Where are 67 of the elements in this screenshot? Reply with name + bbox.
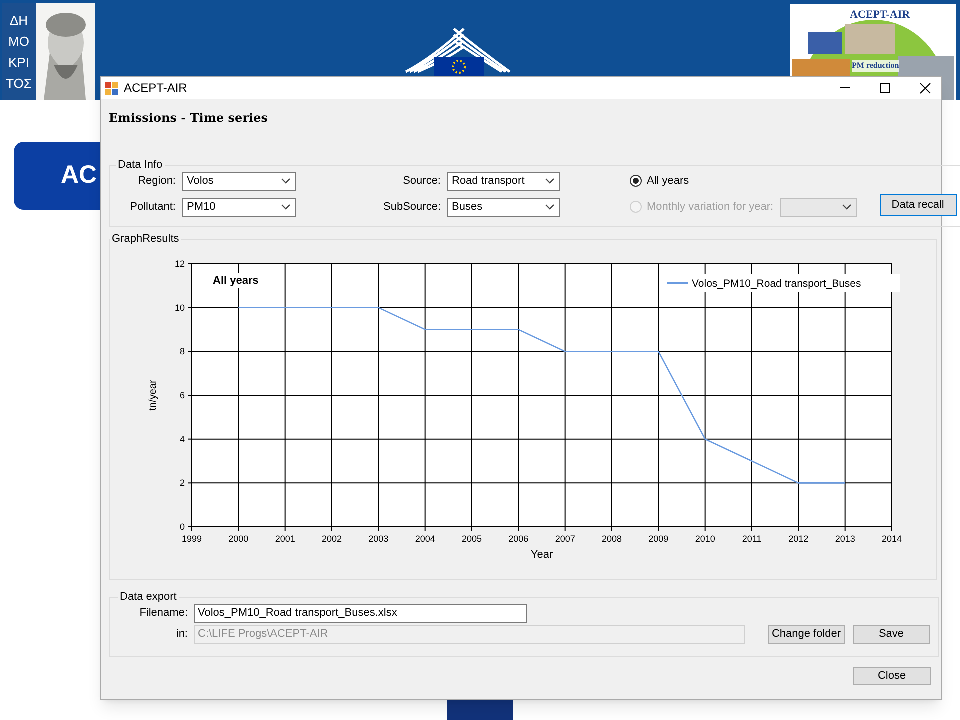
legend-line-icon: [667, 282, 688, 284]
x-tick-label: 2013: [835, 534, 856, 544]
app-icon: [105, 82, 118, 94]
data-recall-button[interactable]: Data recall: [880, 194, 957, 216]
window-title: ACEPT-AIR: [124, 80, 188, 97]
radio-label: Monthly variation for year:: [647, 200, 774, 215]
dropdown[interactable]: Buses: [447, 198, 560, 216]
logo-text: ΔΗ: [10, 12, 28, 30]
dropdown[interactable]: Road transport: [447, 172, 560, 190]
y-tick-label: 6: [180, 390, 185, 400]
banner-text: AC: [61, 160, 98, 192]
field-label: Region:: [137, 174, 176, 189]
chevron-down-icon: [281, 204, 291, 210]
chevron-down-icon: [281, 178, 291, 184]
chevron-down-icon: [545, 204, 555, 210]
field-label: Filename:: [138, 606, 188, 621]
y-tick-label: 4: [180, 434, 185, 444]
dropdown[interactable]: PM10: [182, 198, 296, 216]
save-button[interactable]: Save: [853, 624, 930, 644]
logo-text: ΜΟ: [8, 32, 30, 50]
field-label: Source:: [402, 174, 441, 189]
y-tick-label: 10: [174, 302, 185, 312]
filename-field[interactable]: Volos_PM10_Road transport_Buses.xlsx: [194, 604, 527, 622]
footer-block: [447, 700, 513, 720]
legend-label: Volos_PM10_Road transport_Buses: [692, 278, 862, 290]
x-tick-label: 2001: [275, 534, 296, 544]
group-label: GraphResults: [111, 232, 180, 247]
x-tick-label: 2007: [555, 534, 576, 544]
form-heading: Emissions - Time series: [109, 110, 269, 127]
logo-text: ΤΟΣ: [6, 74, 32, 92]
x-tick-label: 2014: [882, 534, 902, 544]
x-tick-label: 2006: [508, 534, 529, 544]
logo-subtitle: PM reduction: [852, 60, 900, 72]
chart-title: All years: [213, 274, 259, 286]
y-tick-label: 12: [174, 258, 185, 268]
field-label: SubSource:: [382, 200, 441, 215]
logo-text: ΚΡΙ: [8, 54, 30, 72]
maximize-icon[interactable]: [880, 83, 890, 93]
field-label: Pollutant:: [129, 200, 176, 215]
x-tick-label: 2008: [602, 534, 622, 544]
x-tick-label: 2010: [695, 534, 716, 544]
x-tick-label: 2000: [228, 534, 249, 544]
x-axis-title: Year: [530, 548, 554, 560]
y-tick-label: 0: [180, 522, 185, 532]
y-tick-label: 2: [180, 478, 185, 488]
close-button[interactable]: Close: [853, 667, 931, 685]
x-tick-label: 2009: [648, 534, 669, 544]
logo-title: ACEPT-AIR: [850, 8, 910, 23]
y-axis-title: tn/year: [148, 380, 159, 410]
dropdown[interactable]: Volos: [182, 172, 296, 190]
group-label: Data export: [119, 590, 178, 605]
x-tick-label: 1999: [182, 534, 202, 544]
chevron-down-icon: [842, 204, 852, 210]
x-tick-label: 2003: [368, 534, 389, 544]
chevron-down-icon: [545, 178, 555, 184]
x-tick-label: 2005: [462, 534, 482, 544]
x-tick-label: 2004: [415, 534, 436, 544]
radio-label: All years: [647, 174, 690, 189]
y-tick-label: 8: [180, 346, 185, 356]
radio-button[interactable]: [630, 175, 642, 187]
x-tick-label: 2002: [322, 534, 342, 544]
change-folder-button[interactable]: Change folder: [768, 624, 845, 644]
x-tick-label: 2011: [742, 534, 762, 544]
close-icon[interactable]: [920, 82, 931, 94]
x-tick-label: 2012: [788, 534, 809, 544]
field-label: in:: [175, 626, 188, 642]
group-label: Data Info: [117, 158, 164, 173]
